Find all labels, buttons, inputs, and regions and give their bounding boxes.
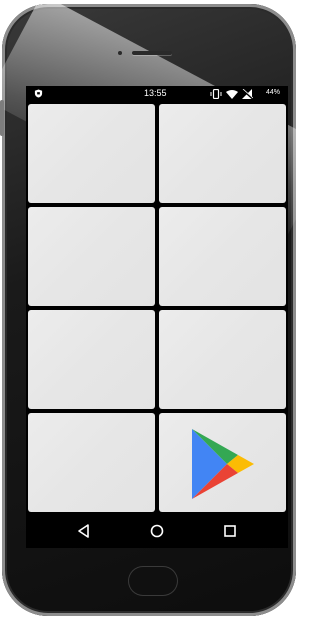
tile-7[interactable]: [28, 413, 155, 512]
tile-2[interactable]: [159, 104, 286, 203]
battery-percentage: 44%: [266, 89, 281, 96]
physical-home-button[interactable]: [128, 566, 178, 596]
status-bar: 13:55 44%: [26, 86, 288, 102]
tile-8[interactable]: [159, 413, 286, 512]
front-camera: [118, 51, 122, 55]
recents-icon[interactable]: [220, 521, 240, 541]
tile-6[interactable]: [159, 310, 286, 409]
tile-4[interactable]: [159, 207, 286, 306]
wifi-icon: [226, 90, 238, 99]
tile-grid: [26, 102, 288, 514]
home-icon[interactable]: [147, 521, 167, 541]
shield-icon: [34, 89, 43, 98]
back-icon[interactable]: [74, 521, 94, 541]
screen: 13:55 44%: [26, 86, 288, 548]
play-store-icon: [192, 429, 254, 499]
tile-1[interactable]: [28, 104, 155, 203]
tile-3[interactable]: [28, 207, 155, 306]
status-icons: 44%: [210, 88, 286, 100]
tile-5[interactable]: [28, 310, 155, 409]
no-signal-icon: [242, 89, 253, 99]
side-button: [0, 100, 4, 136]
status-time: 13:55: [144, 88, 167, 98]
vibrate-icon: [210, 89, 222, 99]
navigation-bar: [26, 514, 288, 548]
earpiece-speaker: [132, 51, 172, 55]
